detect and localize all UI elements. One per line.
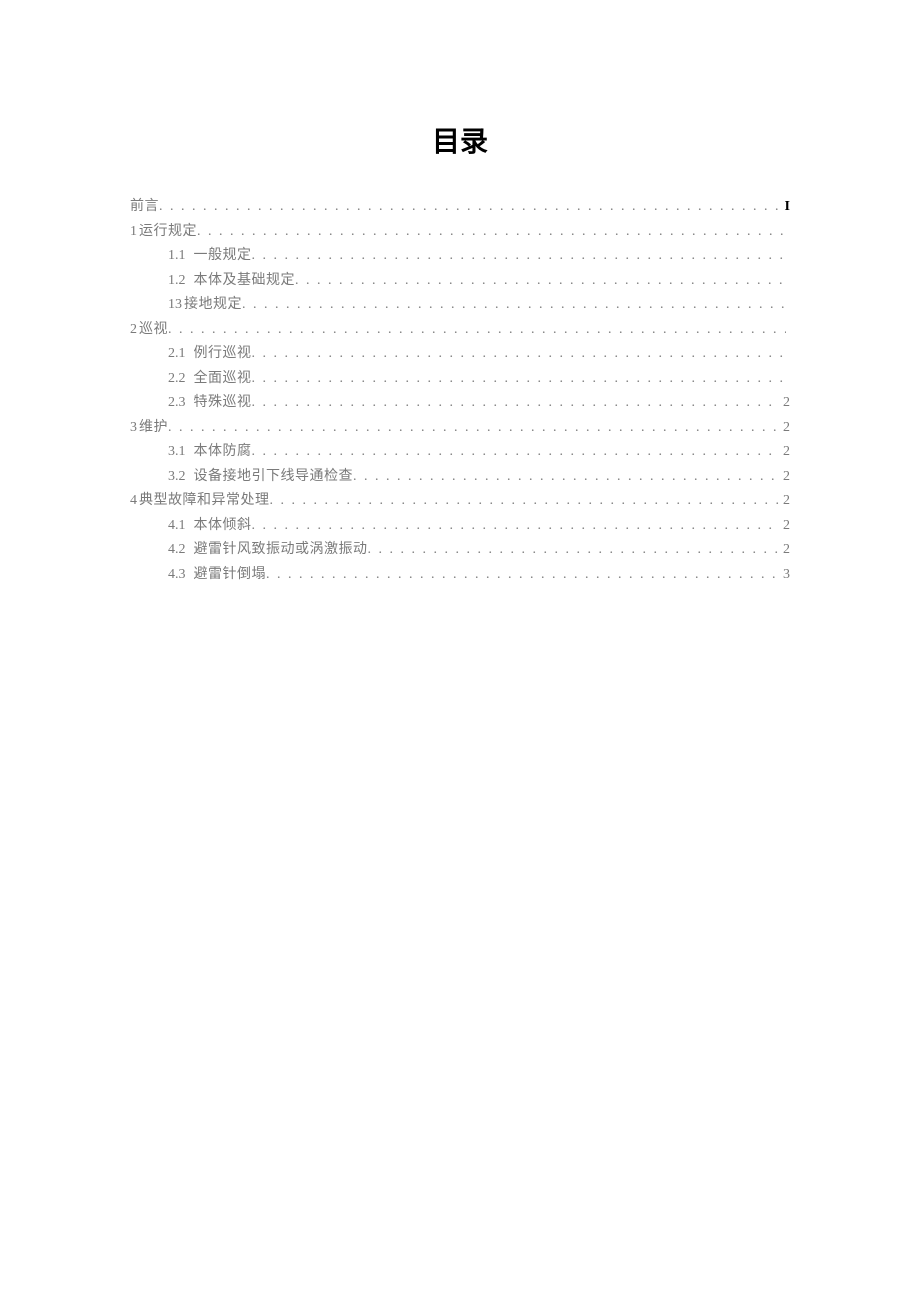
toc-entry-title: 本体倾斜 — [194, 514, 252, 539]
toc-leader-dots — [168, 416, 779, 441]
toc-entry-number: 4.3 — [168, 563, 186, 588]
toc-entry-title: 运行规定 — [139, 220, 197, 245]
toc-leader-dots — [353, 465, 779, 490]
toc-leader-dots — [197, 220, 786, 245]
toc-entry-title: 本体防腐 — [194, 440, 252, 465]
toc-entry: 13接地规定 — [130, 293, 790, 318]
toc-leader-dots — [368, 538, 780, 563]
toc-entry: 2.3 特殊巡视 2 — [130, 391, 790, 416]
toc-entry-page: 2 — [779, 538, 790, 563]
toc-entry-number: 2.2 — [168, 367, 186, 392]
toc-leader-dots — [252, 367, 787, 392]
toc-entry-number: 2.3 — [168, 391, 186, 416]
toc-entry-page: 3 — [779, 563, 790, 588]
toc-entry: 3.1 本体防腐 2 — [130, 440, 790, 465]
toc-leader-dots — [266, 563, 779, 588]
toc-entry: 3维护 2 — [130, 416, 790, 441]
document-page: 目录 前言I1运行规定1.1一般规定1.2本体及基础规定13接地规定2巡视2.1… — [0, 0, 920, 587]
toc-entry: 2巡视 — [130, 318, 790, 343]
toc-list: 前言I1运行规定1.1一般规定1.2本体及基础规定13接地规定2巡视2.1例行巡… — [130, 195, 790, 587]
toc-entry-page: I — [781, 195, 790, 220]
toc-entry-number: 2 — [130, 318, 137, 343]
toc-entry-number: 4.1 — [168, 514, 186, 539]
toc-leader-dots — [252, 440, 780, 465]
toc-entry-number: 4.2 — [168, 538, 186, 563]
toc-leader-dots — [252, 342, 787, 367]
toc-entry: 4.2 避雷针风致振动或涡激振动 2 — [130, 538, 790, 563]
toc-entry-number: 13 — [168, 293, 182, 318]
toc-entry-number: 3.2 — [168, 465, 186, 490]
toc-entry: 4.1 本体倾斜 2 — [130, 514, 790, 539]
toc-leader-dots — [270, 489, 780, 514]
toc-leader-dots — [242, 293, 786, 318]
toc-entry-title: 全面巡视 — [194, 367, 252, 392]
toc-entry-number: 3.1 — [168, 440, 186, 465]
toc-entry-number: 1.1 — [168, 244, 186, 269]
toc-entry-number: 3 — [130, 416, 137, 441]
toc-entry-title: 接地规定 — [184, 293, 242, 318]
toc-entry: 4典型故障和异常处理 2 — [130, 489, 790, 514]
toc-title: 目录 — [130, 120, 790, 160]
toc-entry-title: 设备接地引下线导通检查 — [194, 465, 354, 490]
toc-entry-title: 例行巡视 — [194, 342, 252, 367]
toc-entry-number: 2.1 — [168, 342, 186, 367]
toc-entry: 前言 I — [130, 195, 790, 220]
toc-entry-page: 2 — [779, 514, 790, 539]
toc-entry-title: 避雷针风致振动或涡激振动 — [194, 538, 368, 563]
toc-entry: 1.2 本体及基础规定 — [130, 269, 790, 294]
toc-leader-dots — [252, 244, 787, 269]
toc-entry-title: 典型故障和异常处理 — [139, 489, 270, 514]
toc-entry-page: 2 — [779, 416, 790, 441]
toc-entry: 2.2 全面巡视 — [130, 367, 790, 392]
toc-entry-number: 4 — [130, 489, 137, 514]
toc-entry: 3.2 设备接地引下线导通检查 2 — [130, 465, 790, 490]
toc-leader-dots — [159, 195, 781, 220]
toc-leader-dots — [295, 269, 786, 294]
toc-entry: 2.1 例行巡视 — [130, 342, 790, 367]
toc-entry-page: 2 — [779, 489, 790, 514]
toc-leader-dots — [168, 318, 786, 343]
toc-entry-page: 2 — [779, 465, 790, 490]
toc-entry-title: 一般规定 — [194, 244, 252, 269]
toc-leader-dots — [252, 514, 780, 539]
toc-entry-title: 特殊巡视 — [194, 391, 252, 416]
toc-entry-title: 维护 — [139, 416, 168, 441]
toc-entry-number: 1 — [130, 220, 137, 245]
toc-entry-title: 本体及基础规定 — [194, 269, 296, 294]
toc-entry-title: 巡视 — [139, 318, 168, 343]
toc-entry-page: 2 — [779, 440, 790, 465]
toc-entry: 1运行规定 — [130, 220, 790, 245]
toc-entry-page: 2 — [779, 391, 790, 416]
toc-entry-title: 前言 — [130, 195, 159, 220]
toc-entry: 4.3 避雷针倒塌 3 — [130, 563, 790, 588]
toc-leader-dots — [252, 391, 780, 416]
toc-entry-title: 避雷针倒塌 — [194, 563, 267, 588]
toc-entry-number: 1.2 — [168, 269, 186, 294]
toc-entry: 1.1 一般规定 — [130, 244, 790, 269]
